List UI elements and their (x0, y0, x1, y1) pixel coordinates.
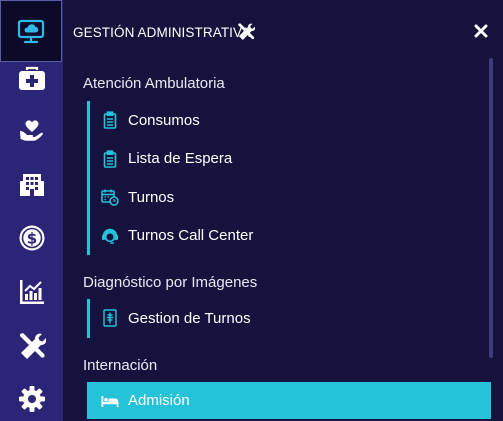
menu-item-admision[interactable]: Admisión (87, 382, 491, 419)
menu-item-label: Consumos (128, 111, 200, 129)
group-atencion-ambulatoria: Consumos Lista de Espera Turnos Turnos C… (87, 101, 490, 255)
calendar-clock-icon (101, 188, 119, 206)
menu-item-consumos[interactable]: Consumos (90, 101, 490, 140)
section-title-diagnostico-por-imagenes: Diagnóstico por Imágenes (83, 274, 258, 291)
hand-heart-icon (18, 117, 46, 145)
menu-item-turnos-call-center[interactable]: Turnos Call Center (90, 217, 490, 256)
rail-item-medical[interactable] (0, 58, 63, 100)
tools-icon (237, 22, 256, 45)
rail-item-reports[interactable] (0, 271, 63, 313)
hospital-building-icon (19, 172, 45, 198)
menu-item-label: Admisión (128, 392, 190, 409)
desktop-cloud-icon (16, 16, 46, 46)
group-diagnostico-por-imagenes: Gestion de Turnos (87, 299, 490, 338)
menu-item-label: Gestion de Turnos (128, 309, 251, 327)
rail-item-billing[interactable]: $ (0, 217, 63, 259)
bar-chart-icon (18, 278, 46, 306)
tools-icon (18, 331, 46, 359)
menu-item-gestion-de-turnos[interactable]: Gestion de Turnos (90, 299, 490, 338)
section-title-internacion: Internación (83, 357, 158, 374)
rail-item-admin[interactable] (0, 0, 62, 62)
svg-text:$: $ (26, 230, 36, 248)
menu-item-turnos[interactable]: Turnos (90, 178, 490, 217)
dollar-coin-icon: $ (18, 224, 46, 252)
rail-item-settings[interactable] (0, 378, 63, 420)
clipboard-icon (101, 150, 119, 168)
menu-item-label: Lista de Espera (128, 150, 233, 168)
first-aid-kit-icon (18, 66, 46, 92)
left-rail: $ (0, 0, 63, 421)
section-title-atencion-ambulatoria: Atención Ambulatoria (83, 75, 225, 92)
clipboard-icon (101, 111, 119, 130)
headset-agent-icon (101, 227, 119, 245)
menu-item-label: Turnos (128, 188, 175, 206)
rail-item-institutions[interactable] (0, 164, 63, 206)
menu-item-lista-de-espera[interactable]: Lista de Espera (90, 140, 490, 179)
rail-item-tools[interactable] (0, 324, 63, 366)
panel-header: GESTIÓN ADMINISTRATIVA (63, 0, 503, 62)
rail-item-care[interactable] (0, 110, 63, 152)
menu-item-label: Turnos Call Center (128, 227, 254, 245)
xray-icon (101, 309, 119, 327)
bed-icon (101, 392, 119, 410)
close-icon[interactable] (474, 24, 488, 43)
menu-panel: GESTIÓN ADMINISTRATIVA Atención Ambulato… (63, 0, 503, 421)
gear-icon (18, 385, 46, 413)
panel-title: GESTIÓN ADMINISTRATIVA (73, 25, 251, 40)
